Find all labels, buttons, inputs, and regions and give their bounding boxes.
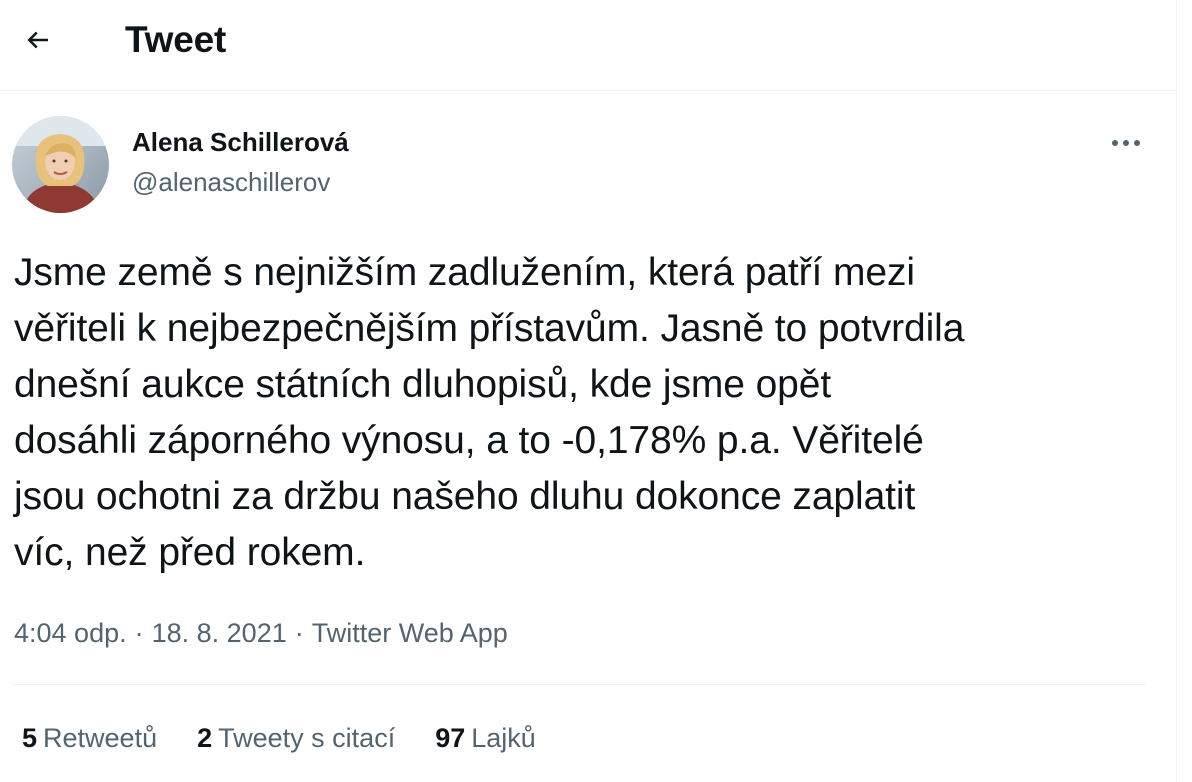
divider bbox=[12, 684, 1146, 685]
retweets-count: 5 bbox=[22, 723, 38, 753]
tweet-time[interactable]: 4:04 odp. bbox=[14, 618, 127, 648]
avatar[interactable] bbox=[12, 116, 109, 213]
author-handle[interactable]: @alenaschillerov bbox=[132, 166, 330, 198]
back-button[interactable] bbox=[14, 16, 62, 64]
separator-dot: · bbox=[294, 618, 304, 648]
tweet-source[interactable]: Twitter Web App bbox=[312, 618, 508, 648]
page-title: Tweet bbox=[125, 19, 227, 60]
likes-label: Lajků bbox=[471, 723, 536, 753]
quotes-stat[interactable]: 2 Tweety s citací bbox=[197, 720, 395, 756]
page-header: Tweet bbox=[0, 0, 1176, 91]
author-name[interactable]: Alena Schillerová bbox=[132, 126, 349, 158]
separator-dot: · bbox=[134, 618, 144, 648]
likes-count: 97 bbox=[435, 723, 466, 753]
more-button[interactable] bbox=[1104, 125, 1148, 161]
more-horizontal-icon bbox=[1112, 140, 1140, 146]
retweets-label: Retweetů bbox=[43, 723, 158, 753]
tweet-stats: 5 Retweetů 2 Tweety s citací 97 Lajků bbox=[22, 720, 576, 756]
tweet-metadata: 4:04 odp. · 18. 8. 2021 · Twitter Web App bbox=[14, 615, 508, 651]
likes-stat[interactable]: 97 Lajků bbox=[435, 720, 536, 756]
tweet-text: Jsme země s nejnižším zadlužením, která … bbox=[14, 251, 965, 574]
arrow-left-icon bbox=[27, 31, 48, 49]
column-border bbox=[1176, 0, 1177, 782]
quotes-count: 2 bbox=[197, 723, 213, 753]
tweet-date[interactable]: 18. 8. 2021 bbox=[152, 618, 287, 648]
quotes-label: Tweety s citací bbox=[218, 723, 396, 753]
retweets-stat[interactable]: 5 Retweetů bbox=[22, 720, 157, 756]
